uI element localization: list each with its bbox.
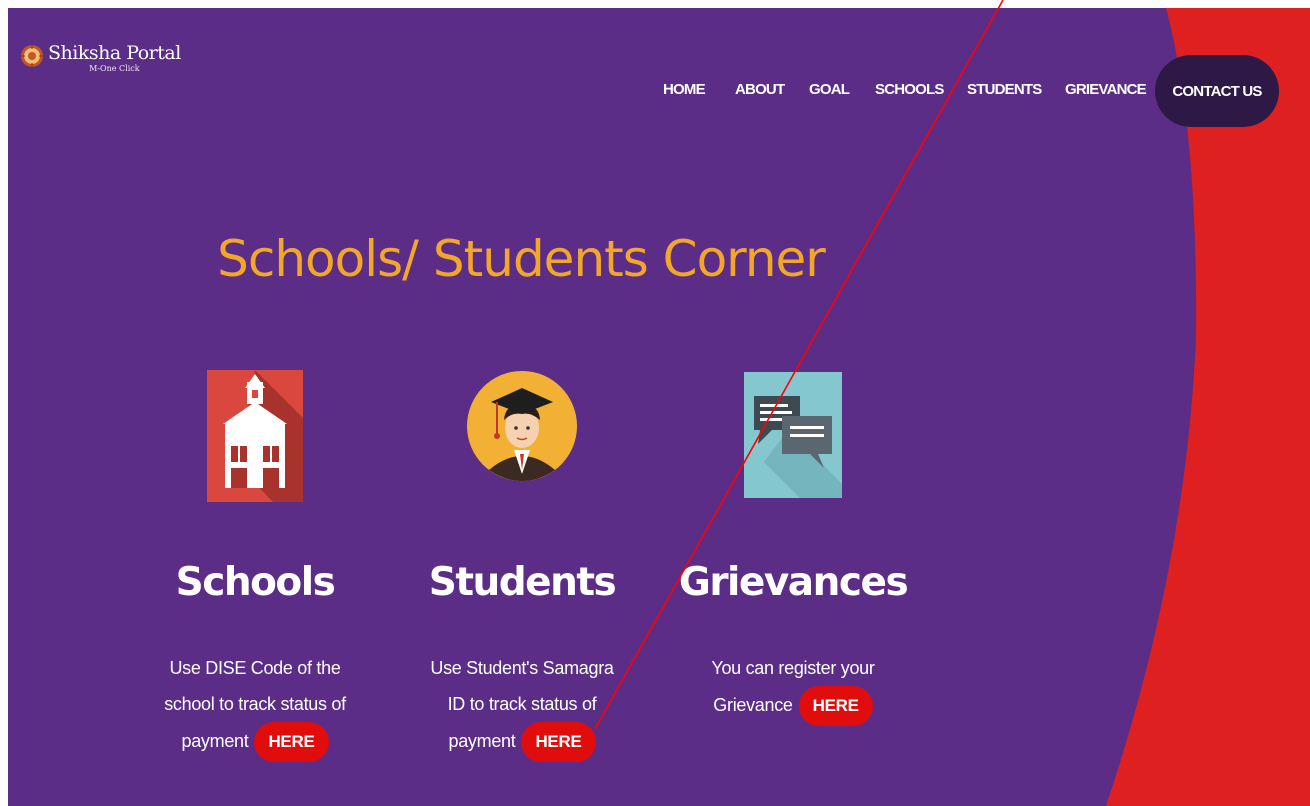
- card-description: Use DISE Code of the school to track sta…: [135, 650, 375, 762]
- card-schools: Schools Use DISE Code of the school to t…: [135, 364, 375, 762]
- card-description: Use Student's Samagra ID to track status…: [402, 650, 642, 762]
- card-heading: Grievances: [678, 560, 909, 605]
- nav-goal[interactable]: GOAL: [809, 81, 850, 98]
- description-line: Use Student's Samagra: [430, 658, 614, 678]
- chat-bubbles-icon: [744, 372, 842, 498]
- description-line: payment: [448, 730, 516, 751]
- description-line: ID to track status of: [447, 694, 597, 714]
- card-description: You can register your Grievance HERE: [673, 650, 913, 726]
- card-heading: Schools: [175, 560, 336, 605]
- grievance-here-button[interactable]: HERE: [798, 686, 873, 726]
- school-house-icon: [207, 370, 303, 502]
- students-here-button[interactable]: HERE: [521, 722, 596, 762]
- description-line: school to track status of: [164, 694, 346, 714]
- hero-section: Shiksha Portal M-One Click HOME ABOUT GO…: [8, 8, 1310, 806]
- main-nav: HOME ABOUT GOAL SCHOOLS STUDENTS GRIEVAN…: [8, 55, 1310, 127]
- nav-home[interactable]: HOME: [663, 81, 706, 98]
- contact-us-button[interactable]: CONTACT US: [1155, 55, 1279, 127]
- description-line: payment: [181, 730, 249, 751]
- card-grievances: Grievances You can register your Grievan…: [673, 364, 913, 726]
- nav-about[interactable]: ABOUT: [735, 81, 785, 98]
- card-students: Students Use Student's Samagra ID to tra…: [402, 364, 642, 762]
- schools-here-button[interactable]: HERE: [254, 722, 329, 762]
- nav-students[interactable]: STUDENTS: [967, 81, 1042, 98]
- nav-schools[interactable]: SCHOOLS: [875, 81, 944, 98]
- description-line: Use DISE Code of the: [169, 658, 341, 678]
- nav-grievance[interactable]: GRIEVANCE: [1065, 81, 1147, 98]
- description-line: You can register your: [711, 658, 875, 678]
- card-heading: Students: [428, 560, 617, 605]
- description-line: Grievance: [713, 694, 793, 715]
- page-title: Schools/ Students Corner: [217, 230, 826, 288]
- graduate-icon: [467, 371, 577, 481]
